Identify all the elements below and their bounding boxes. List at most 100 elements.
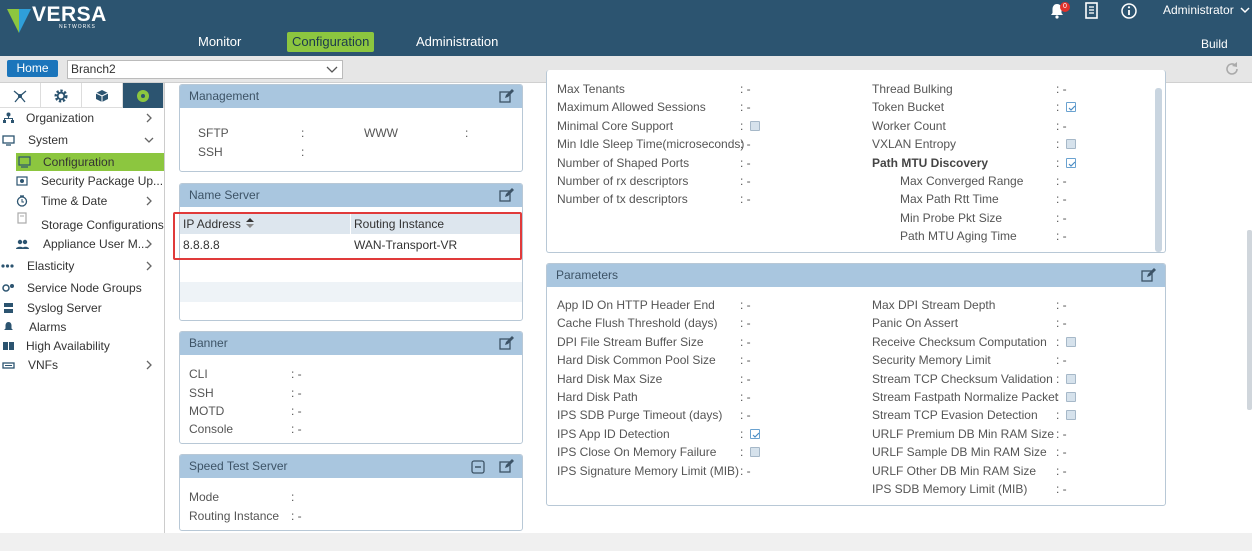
maximum-allowed-sessions-label: Maximum Allowed Sessions bbox=[557, 100, 706, 115]
cache-flush-threshold-days-label: Cache Flush Threshold (days) bbox=[557, 316, 718, 331]
ha-icon bbox=[3, 342, 14, 350]
security-package-icon bbox=[16, 176, 28, 186]
path-mtu-discovery-checkbox[interactable] bbox=[1066, 157, 1076, 168]
ssh-label: SSH bbox=[198, 145, 223, 159]
tab-settings[interactable] bbox=[41, 83, 82, 108]
sidebar-item-label: Configuration bbox=[43, 155, 115, 169]
edit-icon[interactable] bbox=[1141, 268, 1156, 283]
sidebar-item-label: Alarms bbox=[29, 320, 67, 334]
vxlan-entropy-checkbox[interactable] bbox=[1066, 139, 1076, 150]
panel-header: Banner bbox=[180, 332, 522, 355]
sidebar-item-storage[interactable]: Storage Configurations bbox=[0, 212, 164, 234]
stream-fastpath-normalize-packet-label: Stream Fastpath Normalize Packet bbox=[872, 390, 1059, 404]
panel-scrollbar[interactable] bbox=[1155, 88, 1162, 252]
vnf-icon bbox=[2, 362, 15, 369]
sidebar-item-syslog-server[interactable]: Syslog Server bbox=[0, 299, 164, 317]
min-probe-pkt-size-label: Min Probe Pkt Size bbox=[900, 210, 1003, 225]
nav-configuration[interactable]: Configuration bbox=[287, 32, 375, 52]
min-idle-sleep-time-microseconds-value: : - bbox=[740, 137, 751, 152]
brand-subtitle: NETWORKS bbox=[59, 24, 96, 30]
hard-disk-path-value: : - bbox=[740, 390, 751, 404]
ips-app-id-detection-checkbox[interactable] bbox=[750, 428, 760, 439]
max-path-rtt-time-label: Max Path Rtt Time bbox=[900, 192, 999, 207]
document-icon[interactable] bbox=[1083, 2, 1101, 20]
sidebar-item-system[interactable]: System bbox=[0, 131, 164, 149]
min-idle-sleep-time-microseconds-label: Min Idle Sleep Time(microseconds) bbox=[557, 137, 745, 152]
chevron-down-icon bbox=[1240, 7, 1250, 14]
sidebar-item-organization[interactable]: Organization bbox=[0, 109, 164, 127]
alarm-icon bbox=[4, 322, 13, 330]
security-memory-limit-label: Security Memory Limit bbox=[872, 353, 991, 368]
panel-header: Management bbox=[180, 85, 522, 108]
users-icon bbox=[16, 239, 29, 249]
user-menu[interactable]: Administrator bbox=[1163, 3, 1250, 17]
sidebar-item-label: Syslog Server bbox=[27, 301, 102, 315]
security-memory-limit-value: : - bbox=[1056, 353, 1067, 368]
edit-icon[interactable] bbox=[499, 336, 514, 351]
minimal-core-support-checkbox[interactable] bbox=[750, 120, 760, 131]
edit-icon[interactable] bbox=[499, 89, 514, 104]
info-icon[interactable] bbox=[1120, 2, 1138, 20]
panel-header: Parameters bbox=[547, 264, 1165, 287]
panel-title: Speed Test Server bbox=[189, 459, 288, 473]
sidebar-item-configuration[interactable]: Configuration bbox=[16, 153, 164, 171]
management-panel: Management SFTP : WWW : SSH : bbox=[179, 84, 523, 172]
sidebar-item-label: Time & Date bbox=[41, 194, 108, 208]
build-button[interactable]: Build bbox=[1196, 34, 1233, 54]
sidebar-item-label: Appliance User M... bbox=[43, 237, 148, 251]
ips-close-on-memory-failure-checkbox[interactable] bbox=[750, 447, 760, 458]
sidebar-item-service-node-groups[interactable]: Service Node Groups bbox=[0, 279, 164, 297]
sidebar-item-time-date[interactable]: Time & Date bbox=[0, 192, 164, 210]
hard-disk-max-size-value: : - bbox=[740, 371, 751, 386]
config-icon bbox=[18, 156, 31, 168]
notification-badge: 0 bbox=[1060, 2, 1070, 12]
nav-administration[interactable]: Administration bbox=[411, 32, 503, 52]
panic-on-assert-label: Panic On Assert bbox=[872, 316, 959, 331]
chevron-right-icon bbox=[146, 113, 152, 123]
dpi-file-stream-buffer-size-value: : - bbox=[740, 334, 751, 349]
table-row-empty bbox=[180, 262, 522, 282]
number-of-tx-descriptors-value: : - bbox=[740, 192, 751, 207]
sidebar-tabs bbox=[0, 83, 164, 108]
home-button[interactable]: Home bbox=[7, 60, 58, 77]
panic-on-assert-value: : - bbox=[1056, 316, 1067, 331]
tab-network[interactable] bbox=[0, 83, 41, 108]
collapse-icon[interactable] bbox=[471, 459, 486, 474]
worker-count-value: : - bbox=[1056, 118, 1067, 133]
sidebar-item-appliance-user[interactable]: Appliance User M... bbox=[0, 235, 164, 253]
sidebar-item-elasticity[interactable]: Elasticity bbox=[0, 257, 164, 275]
max-converged-range-value: : - bbox=[1056, 174, 1067, 188]
app-id-on-http-header-end-value: : - bbox=[740, 298, 751, 312]
appliance-select[interactable]: Branch2 bbox=[67, 60, 343, 79]
nav-monitor[interactable]: Monitor bbox=[193, 32, 246, 52]
path-mtu-aging-time-label: Path MTU Aging Time bbox=[900, 229, 1017, 244]
sidebar-item-alarms[interactable]: Alarms bbox=[0, 318, 164, 336]
sidebar-item-vnfs[interactable]: VNFs bbox=[0, 356, 164, 374]
chevron-right-icon bbox=[146, 360, 152, 370]
receive-checksum-computation-checkbox[interactable] bbox=[1066, 336, 1076, 347]
urlf-other-db-min-ram-size-value: : - bbox=[1056, 463, 1067, 478]
chevron-down-icon bbox=[144, 137, 154, 143]
edit-icon[interactable] bbox=[499, 459, 514, 474]
tab-services[interactable] bbox=[123, 83, 164, 108]
edit-icon[interactable] bbox=[499, 188, 514, 203]
stream-fastpath-normalize-packet-checkbox[interactable] bbox=[1066, 392, 1076, 402]
stream-tcp-evasion-detection-checkbox[interactable] bbox=[1066, 410, 1076, 421]
sidebar-item-security-package[interactable]: Security Package Up... bbox=[0, 172, 164, 190]
refresh-icon[interactable] bbox=[1224, 61, 1240, 77]
motd-label: MOTD bbox=[189, 404, 225, 418]
number-of-rx-descriptors-value: : - bbox=[740, 174, 751, 188]
chevron-down-icon bbox=[326, 66, 338, 73]
hard-disk-common-pool-size-value: : - bbox=[740, 353, 751, 368]
tab-objects[interactable] bbox=[82, 83, 123, 108]
stream-tcp-checksum-validation-checkbox[interactable] bbox=[1066, 373, 1076, 384]
sidebar-item-high-availability[interactable]: High Availability bbox=[0, 337, 164, 355]
sidebar-item-label: VNFs bbox=[28, 358, 58, 372]
page-scrollbar[interactable] bbox=[1247, 230, 1252, 410]
thread-bulking-value: : - bbox=[1056, 82, 1067, 96]
ips-close-on-memory-failure-label: IPS Close On Memory Failure bbox=[557, 445, 717, 460]
system-settings-panel: Max Tenants: - Maximum Allowed Sessions: … bbox=[546, 70, 1166, 253]
token-bucket-checkbox[interactable] bbox=[1066, 102, 1076, 113]
worker-count-label: Worker Count bbox=[872, 118, 946, 133]
user-name: Administrator bbox=[1163, 3, 1234, 17]
